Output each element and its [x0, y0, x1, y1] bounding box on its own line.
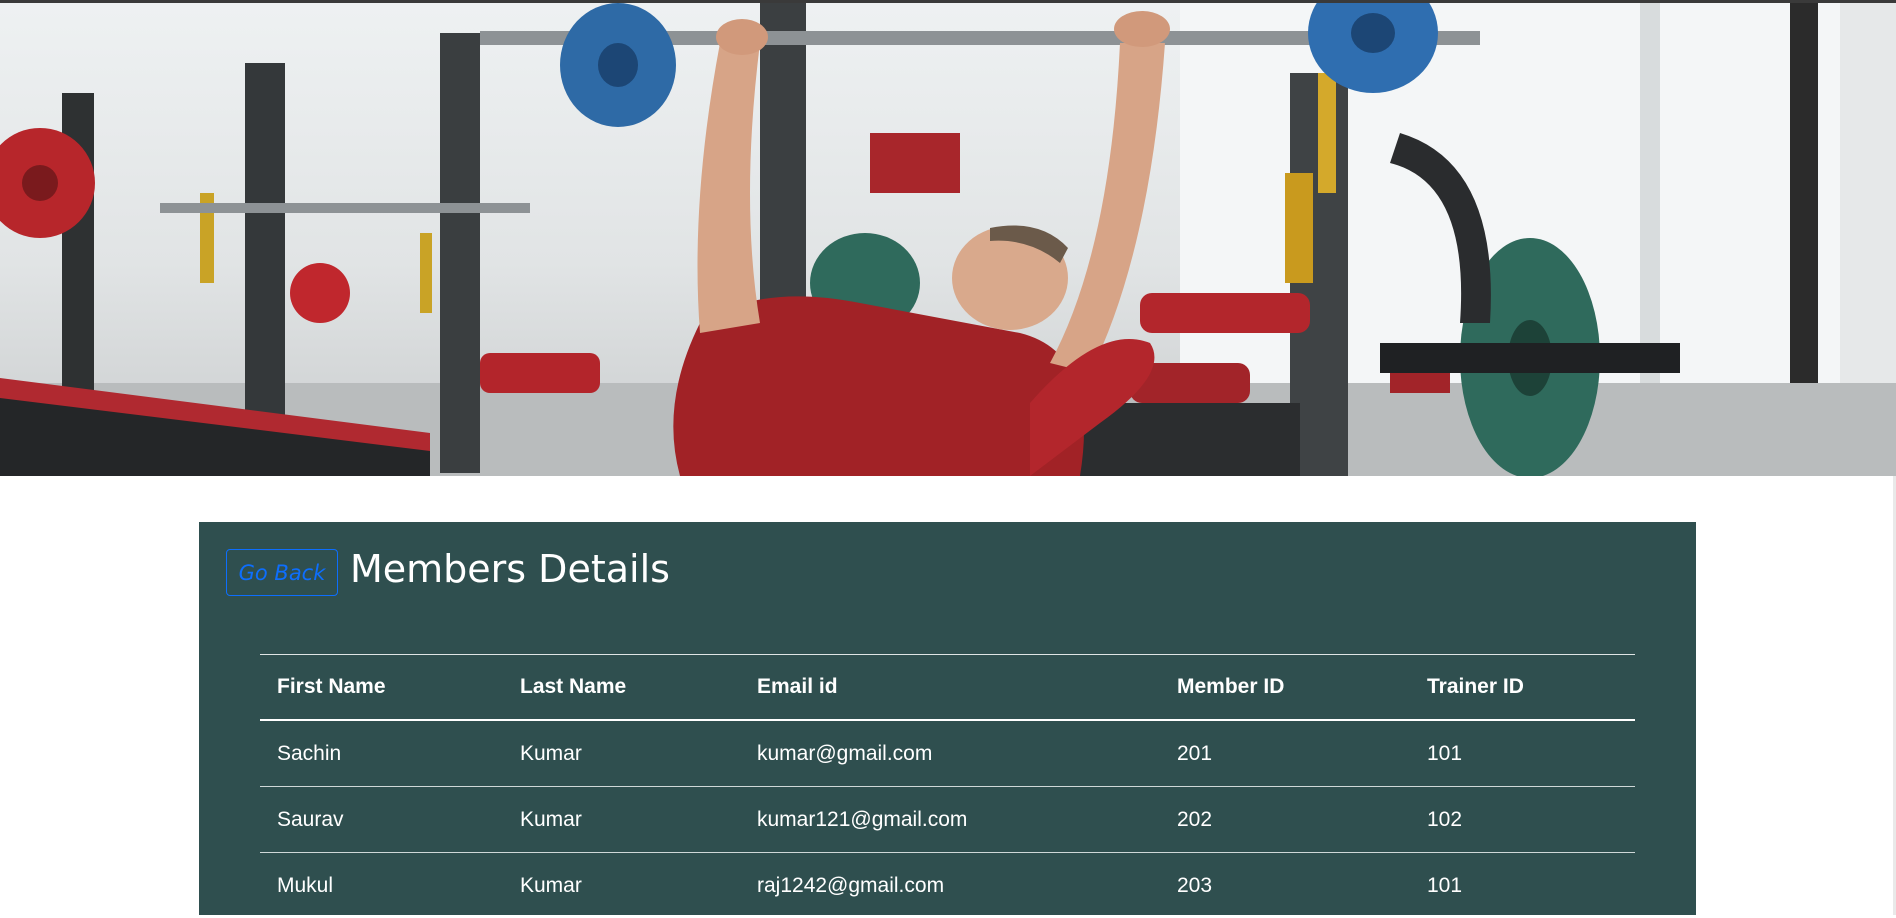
gym-photo-illustration	[0, 3, 1896, 476]
trainer-id-cell: 102	[1410, 787, 1635, 853]
first-name-cell: Mukul	[260, 853, 503, 918]
table-row: Mukul Kumar raj1242@gmail.com 203 101	[260, 853, 1635, 918]
last-name-cell: Kumar	[503, 720, 740, 787]
column-header-trainer-id: Trainer ID	[1410, 655, 1635, 721]
trainer-id-cell: 101	[1410, 853, 1635, 918]
first-name-cell: Saurav	[260, 787, 503, 853]
hero-banner-image	[0, 3, 1896, 476]
column-header-first-name: First Name	[260, 655, 503, 721]
member-id-cell: 201	[1160, 720, 1410, 787]
page-title: Members Details	[350, 545, 670, 593]
column-header-email: Email id	[740, 655, 1160, 721]
members-panel: Go Back Members Details First Name Last …	[199, 522, 1696, 915]
email-cell: kumar@gmail.com	[740, 720, 1160, 787]
member-id-cell: 203	[1160, 853, 1410, 918]
go-back-button[interactable]: Go Back	[226, 549, 338, 596]
first-name-cell: Sachin	[260, 720, 503, 787]
table-header-row: First Name Last Name Email id Member ID …	[260, 655, 1635, 721]
last-name-cell: Kumar	[503, 853, 740, 918]
members-table: First Name Last Name Email id Member ID …	[260, 654, 1635, 918]
email-cell: kumar121@gmail.com	[740, 787, 1160, 853]
table-row: Saurav Kumar kumar121@gmail.com 202 102	[260, 787, 1635, 853]
last-name-cell: Kumar	[503, 787, 740, 853]
trainer-id-cell: 101	[1410, 720, 1635, 787]
column-header-member-id: Member ID	[1160, 655, 1410, 721]
email-cell: raj1242@gmail.com	[740, 853, 1160, 918]
member-id-cell: 202	[1160, 787, 1410, 853]
table-row: Sachin Kumar kumar@gmail.com 201 101	[260, 720, 1635, 787]
column-header-last-name: Last Name	[503, 655, 740, 721]
